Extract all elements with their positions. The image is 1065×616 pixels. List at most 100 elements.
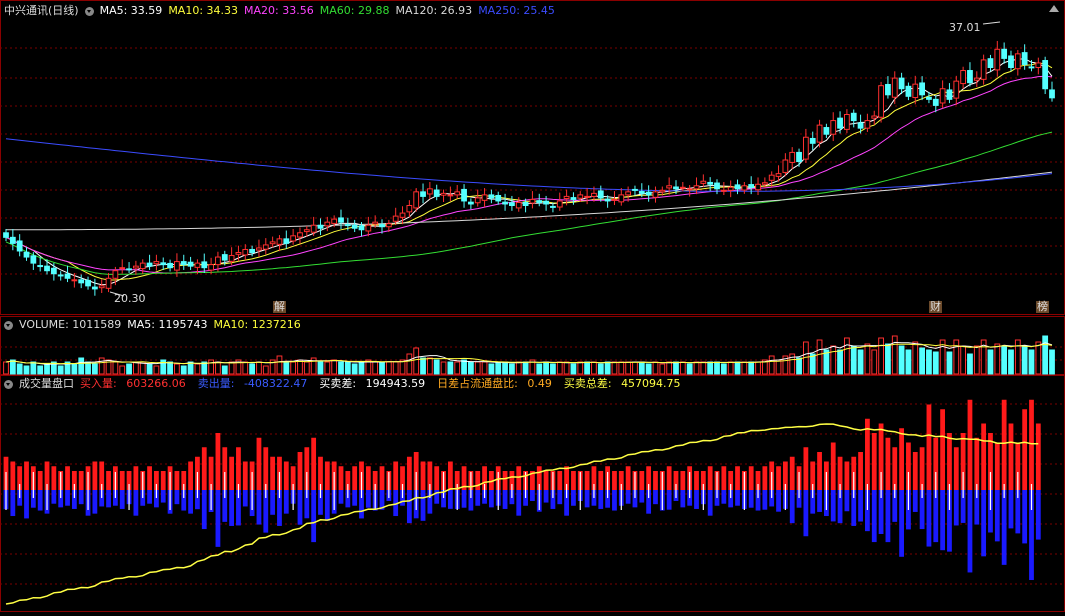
- candle-body: [37, 265, 44, 268]
- volume-bar: [276, 355, 283, 375]
- buy-bar: [858, 452, 863, 490]
- buy-bar: [912, 452, 918, 490]
- candle-body: [1028, 66, 1035, 69]
- dropdown-circle-icon[interactable]: [4, 320, 13, 330]
- sell-bar: [119, 490, 125, 509]
- volume-bar: [543, 361, 549, 375]
- volume-bar: [440, 361, 447, 375]
- volume-bar: [433, 359, 440, 375]
- sell-bar: [37, 490, 43, 511]
- buy-bar: [803, 447, 809, 490]
- candle-body: [570, 197, 577, 200]
- candle-body: [761, 182, 768, 185]
- buy-bar: [571, 471, 576, 490]
- volume-bar: [987, 349, 994, 375]
- volume-bar: [748, 361, 755, 375]
- candle-body: [160, 262, 167, 266]
- candle-body: [221, 254, 228, 261]
- stock-chart-svg: [0, 0, 1065, 612]
- candle-body: [652, 191, 659, 198]
- candle-body: [1008, 55, 1014, 68]
- buy-bar: [447, 461, 453, 490]
- volume-bar: [673, 361, 679, 375]
- candle-body: [406, 204, 413, 213]
- candle-body: [23, 251, 30, 258]
- candle-body: [707, 181, 714, 185]
- candle-body: [324, 221, 331, 227]
- volume-bar: [1008, 349, 1014, 375]
- candle-body: [467, 201, 474, 205]
- candle-body: [78, 279, 85, 284]
- candle-body: [290, 235, 297, 242]
- buy-bar: [1008, 423, 1014, 490]
- sell-bar: [694, 490, 699, 509]
- buy-bar: [37, 471, 43, 490]
- dropdown-circle-icon[interactable]: [84, 6, 94, 16]
- collapse-icon[interactable]: [1049, 5, 1059, 12]
- candle-body: [666, 185, 673, 189]
- volume-bar: [420, 357, 426, 375]
- buy-bar: [1029, 399, 1034, 490]
- buy-bar: [680, 471, 686, 490]
- event-marker-jie[interactable]: 解: [273, 301, 286, 313]
- volume-bar: [946, 351, 953, 375]
- candle-body: [1001, 48, 1008, 59]
- sell-bar: [51, 490, 57, 504]
- candle-body: [112, 270, 119, 279]
- volume-bar: [686, 363, 693, 375]
- volume-bar: [536, 363, 543, 375]
- sell-bar: [735, 490, 740, 506]
- candle-body: [673, 186, 679, 190]
- candle-body: [71, 279, 78, 282]
- event-marker-cai[interactable]: 财: [929, 301, 942, 313]
- candle-body: [823, 127, 830, 135]
- candle-body: [919, 82, 925, 96]
- buy-bar: [174, 471, 180, 490]
- buy-bar: [940, 409, 946, 490]
- volume-bar: [550, 363, 556, 375]
- event-marker-bang[interactable]: 榜: [1036, 301, 1049, 313]
- volume-bar: [9, 359, 16, 375]
- volume-bar: [502, 361, 508, 375]
- candle-body: [844, 114, 850, 130]
- candle-body: [256, 247, 262, 251]
- stock-title: 中兴通讯(日线): [4, 4, 79, 17]
- candle-body: [591, 192, 597, 197]
- sell-bar: [420, 490, 426, 521]
- sell-bar: [981, 490, 987, 557]
- buy-bar: [666, 466, 672, 490]
- sell-bar: [748, 490, 754, 508]
- candle-body: [953, 80, 960, 99]
- dropdown-circle-icon[interactable]: [4, 379, 13, 389]
- candle-body: [139, 262, 146, 270]
- candle-body: [885, 83, 891, 96]
- volume-bar: [37, 365, 44, 375]
- sell-bar: [78, 490, 84, 505]
- candle-body: [3, 232, 9, 238]
- candle-body: [1035, 62, 1042, 68]
- sell-bar: [352, 490, 358, 506]
- volume-bar: [597, 363, 604, 375]
- flow-header: 成交量盘口 买入量: 603266.06 卖出量: -408322.47 买卖差: 1…: [4, 377, 693, 391]
- volume-bar: [625, 361, 632, 375]
- buy-bar: [919, 447, 925, 490]
- chart-stage: 中兴通讯(日线) MA5: 33.59 MA10: 34.33 MA20: 33.56…: [0, 0, 1065, 613]
- sell-bar: [283, 490, 289, 514]
- sell-bar: [338, 490, 344, 504]
- buy-bar: [612, 471, 617, 490]
- buy-bar: [694, 471, 699, 490]
- candle-body: [9, 236, 16, 244]
- volume-bar: [584, 361, 591, 375]
- candle-body: [481, 194, 488, 201]
- buy-bar: [598, 471, 604, 490]
- volume-bar: [385, 361, 392, 375]
- candle-body: [105, 277, 112, 289]
- volume-bar: [3, 361, 9, 375]
- sell-bar: [858, 490, 863, 522]
- candle-body: [693, 185, 700, 190]
- sell-bar: [324, 490, 330, 521]
- ma250-line: [5, 138, 1053, 192]
- volume-bar: [317, 361, 324, 375]
- buy-bar: [379, 466, 385, 490]
- volume-bar: [522, 361, 529, 375]
